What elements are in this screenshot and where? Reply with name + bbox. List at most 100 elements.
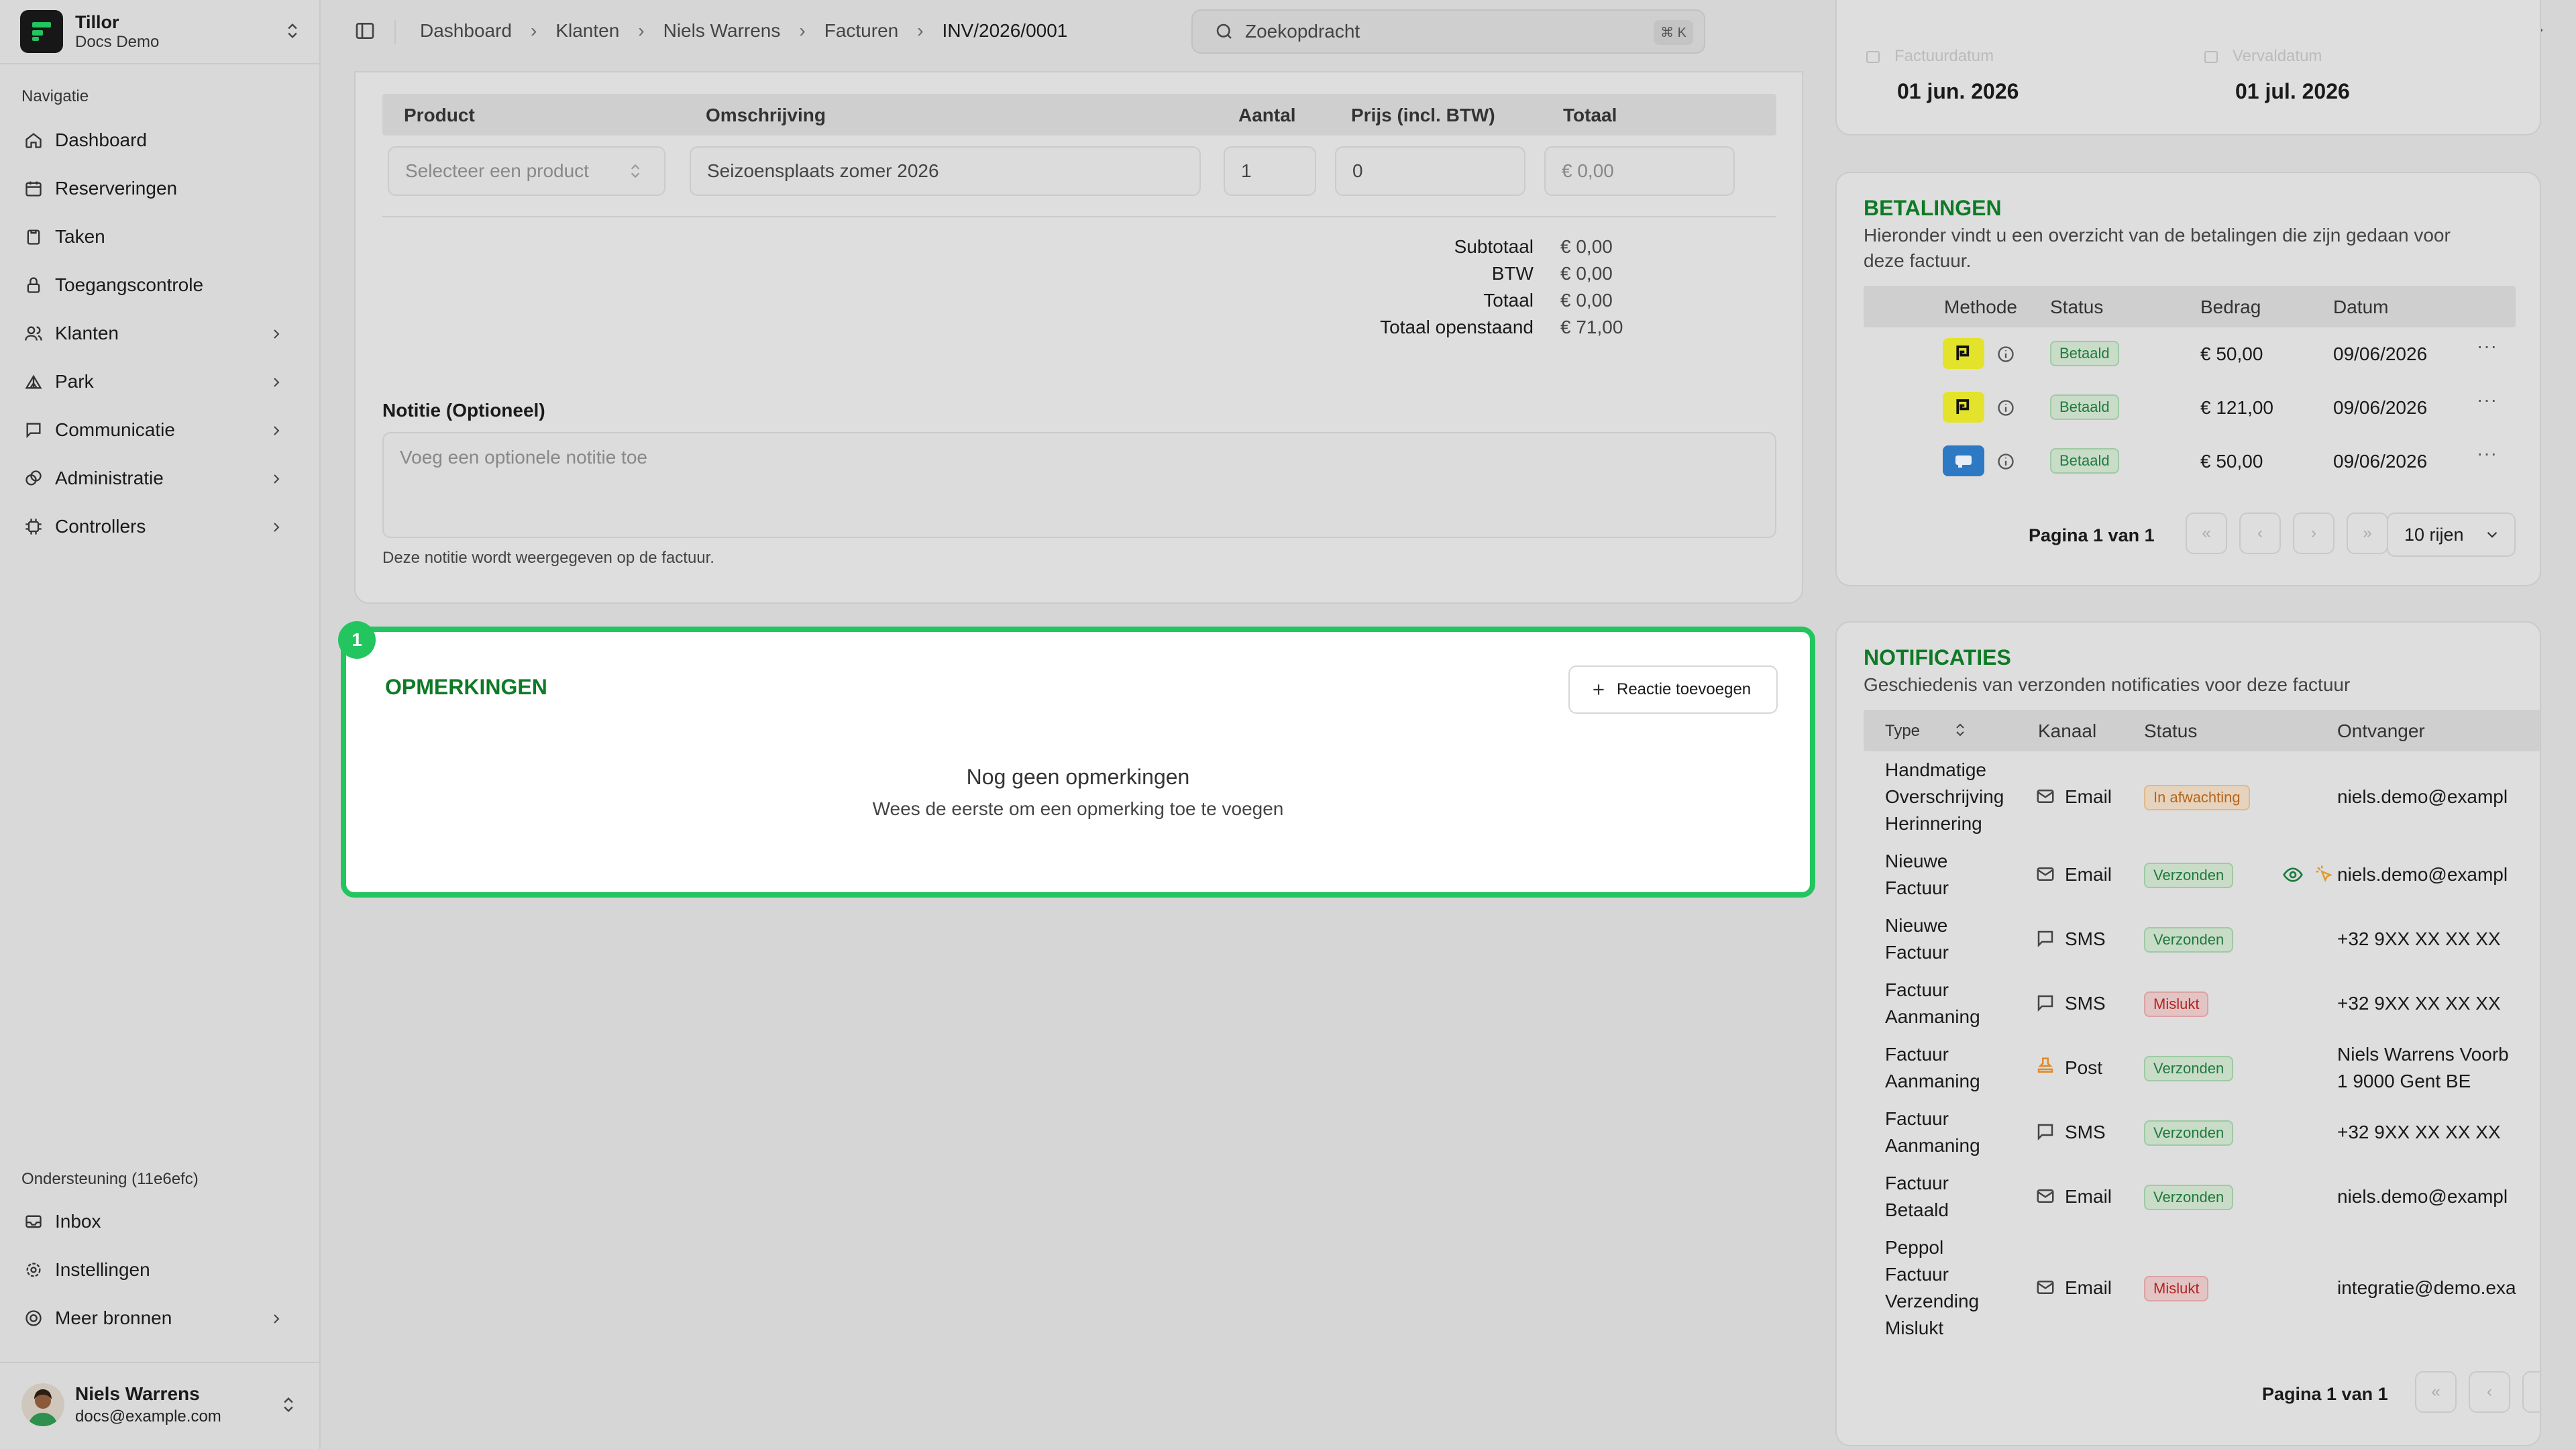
notification-channel: SMS [2065, 1122, 2106, 1142]
first-page-button[interactable]: « [2415, 1371, 2457, 1413]
notification-channel: SMS [2065, 993, 2106, 1014]
more-icon[interactable]: ··· [2477, 443, 2498, 464]
search-icon [1214, 21, 1234, 42]
info-icon[interactable] [1996, 345, 2015, 367]
pagination-label: Pagina 1 van 1 [2262, 1384, 2388, 1404]
sidebar-toggle-icon[interactable] [354, 20, 376, 45]
note-label: Notitie (Optioneel) [382, 400, 545, 421]
sidebar-item-klanten[interactable]: Klanten [13, 313, 302, 354]
payment-date: 09/06/2026 [2333, 397, 2428, 418]
chevron-right-icon [268, 374, 284, 395]
product-select-placeholder: Selecteer een product [405, 160, 589, 181]
last-page-button[interactable]: » [2347, 513, 2388, 554]
notification-recipient: niels.demo@exampl [2337, 786, 2508, 807]
prev-page-button[interactable]: ‹ [2469, 1371, 2510, 1413]
payment-amount: € 121,00 [2200, 397, 2273, 418]
payments-subtitle: Hieronder vindt u een overzicht van de b… [1864, 225, 2451, 246]
sidebar-item-instellingen[interactable]: Instellingen [13, 1249, 302, 1291]
next-page-button[interactable]: › [2293, 513, 2334, 554]
add-comment-button[interactable]: Reactie toevoegen [1568, 665, 1778, 714]
price-field[interactable]: 0 [1335, 146, 1525, 196]
pagination-label: Pagina 1 van 1 [2029, 525, 2155, 545]
price-value: 0 [1352, 160, 1363, 181]
invoice-lines-card: Product Omschrijving Aantal Prijs (incl.… [354, 71, 1803, 604]
divider [382, 216, 1776, 217]
stamp-icon [2035, 1056, 2055, 1079]
sidebar-item-label: Meer bronnen [55, 1307, 172, 1328]
sort-icon[interactable] [1952, 722, 1968, 741]
status-badge: Verzonden [2144, 1056, 2234, 1081]
notification-recipient: integratie@demo.exa [2337, 1277, 2516, 1298]
breadcrumb: Dashboard › Klanten › Niels Warrens › Fa… [420, 20, 1067, 42]
sidebar-item-taken[interactable]: Taken [13, 216, 302, 258]
chevron-right-icon [268, 470, 284, 492]
empty-state-subtitle: Wees de eerste om een opmerking toe te v… [872, 798, 1284, 819]
notification-recipient: +32 9XX XX XX XX [2337, 1122, 2501, 1142]
sidebar-item-communicatie[interactable]: Communicatie [13, 409, 302, 451]
notification-type: Factuur Aanmaning [1885, 1044, 1980, 1091]
breadcrumb-item[interactable]: Dashboard [420, 20, 512, 42]
plus-icon [1590, 681, 1607, 698]
breadcrumb-item[interactable]: Klanten [555, 20, 619, 42]
click-icon[interactable] [2314, 864, 2334, 888]
status-badge: Verzonden [2144, 863, 2234, 888]
notification-recipient: Niels Warrens Voorb 1 9000 Gent BE [2337, 1044, 2509, 1091]
description-field[interactable]: Seizoensplaats zomer 2026 [690, 146, 1201, 196]
eye-icon[interactable] [2282, 864, 2304, 889]
prev-page-button[interactable]: ‹ [2239, 513, 2281, 554]
dates-card: Factuurdatum 01 jun. 2026 Vervaldatum 01… [1835, 0, 2541, 136]
due-date-label: Vervaldatum [2233, 47, 2322, 65]
note-textarea[interactable]: Voeg een optionele notitie toe [382, 432, 1776, 538]
workspace-switcher[interactable]: Tillor Docs Demo [20, 9, 302, 54]
info-icon[interactable] [1996, 398, 2015, 421]
sidebar-item-label: Toegangscontrole [55, 274, 204, 295]
lock-icon [23, 274, 44, 296]
avatar [21, 1383, 64, 1426]
sidebar-item-dashboard[interactable]: Dashboard [13, 119, 302, 161]
user-name: Niels Warrens [75, 1383, 200, 1404]
next-page-button[interactable]: › [2522, 1371, 2540, 1413]
inbox-icon [23, 1211, 44, 1232]
sidebar-item-label: Administratie [55, 468, 164, 488]
sidebar-item-controllers[interactable]: Controllers [13, 506, 302, 547]
sidebar-item-reserveringen[interactable]: Reserveringen [13, 168, 302, 209]
sidebar-item-meer-bronnen[interactable]: Meer bronnen [13, 1297, 302, 1339]
table-row: Factuur Aanmaning SMS Mislukt +32 9XX XX … [1864, 977, 2540, 1037]
column-header: Datum [2333, 297, 2389, 317]
quantity-field[interactable]: 1 [1224, 146, 1316, 196]
payment-date: 09/06/2026 [2333, 343, 2428, 364]
column-header: Omschrijving [706, 105, 826, 125]
payments-card: BETALINGEN Hieronder vindt u een overzic… [1835, 172, 2541, 586]
info-icon[interactable] [1996, 452, 2015, 474]
sidebar-item-inbox[interactable]: Inbox [13, 1201, 302, 1242]
notification-type: Factuur Aanmaning [1885, 979, 1980, 1027]
summary-label: Subtotaal [1454, 236, 1534, 257]
table-row: Peppol Factuur Verzending Mislukt Email Mis… [1864, 1234, 2540, 1348]
summary-value: € 0,00 [1560, 263, 1613, 284]
rows-per-page-value: 10 rijen [2404, 524, 2464, 545]
chevron-right-icon: › [530, 20, 537, 41]
step-marker: 1 [338, 621, 376, 659]
sidebar-item-administratie[interactable]: Administratie [13, 458, 302, 499]
sidebar-item-park[interactable]: Park [13, 361, 302, 402]
search-input[interactable]: Zoekopdracht ⌘ K [1191, 9, 1705, 54]
table-row: Nieuwe Factuur SMS Verzonden +32 9XX XX X… [1864, 912, 2540, 973]
notification-type: Nieuwe Factuur [1885, 851, 1949, 898]
chat-icon [2035, 1122, 2055, 1145]
product-select[interactable]: Selecteer een product [388, 146, 665, 196]
breadcrumb-item[interactable]: Facturen [824, 20, 899, 42]
column-header[interactable]: Type [1885, 722, 1920, 741]
column-header: Totaal [1563, 105, 1617, 125]
user-menu[interactable]: Niels Warrens docs@example.com [0, 1362, 321, 1449]
rows-per-page-select[interactable]: 10 rijen [2387, 513, 2516, 557]
more-icon[interactable]: ··· [2477, 335, 2498, 357]
notifications-subtitle: Geschiedenis van verzonden notificaties … [1864, 674, 2351, 695]
table-header: Type Kanaal Status Ontvanger [1864, 710, 2540, 751]
sidebar-item-toegangscontrole[interactable]: Toegangscontrole [13, 264, 302, 306]
first-page-button[interactable]: « [2186, 513, 2227, 554]
payconiq-icon [1943, 338, 1984, 369]
status-badge: Verzonden [2144, 1120, 2234, 1146]
breadcrumb-item[interactable]: Niels Warrens [663, 20, 781, 42]
more-icon[interactable]: ··· [2477, 389, 2498, 411]
table-row: Factuur Aanmaning Post Verzonden Niels Wa… [1864, 1041, 2540, 1102]
